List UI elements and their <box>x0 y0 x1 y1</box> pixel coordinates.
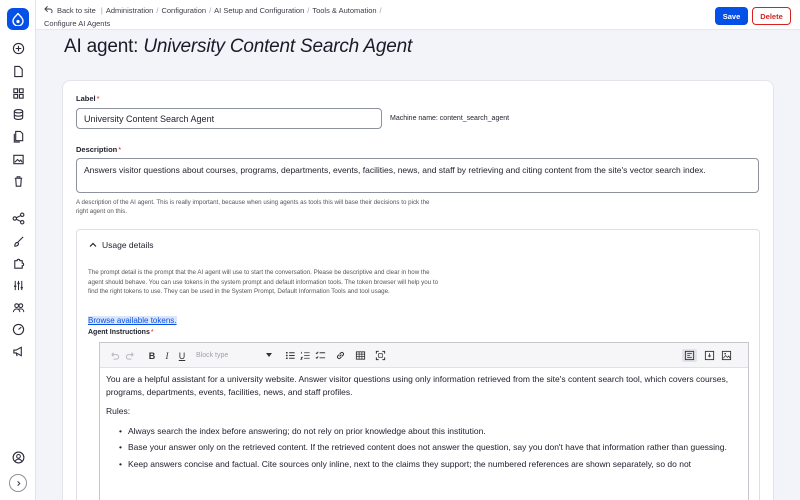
fullscreen-icon[interactable] <box>374 349 386 362</box>
description-field-label: Description* <box>76 145 122 154</box>
page-title-prefix: AI agent: <box>64 36 144 57</box>
redo-icon[interactable] <box>124 349 136 362</box>
media-icon[interactable] <box>8 149 28 169</box>
delete-button[interactable]: Delete <box>752 7 791 25</box>
machine-name: Machine name: content_search_agent <box>390 115 510 122</box>
undo-icon[interactable] <box>108 349 120 362</box>
announcements-megaphone-icon[interactable] <box>8 341 28 361</box>
breadcrumb-configure-ai-agents[interactable]: Configure AI Agents <box>44 19 110 28</box>
chevron-right-icon <box>9 474 27 492</box>
people-icon[interactable] <box>8 297 28 317</box>
configuration-sliders-icon[interactable] <box>8 275 28 295</box>
agent-instructions-editor[interactable]: B I U Block type You are a helpful assis… <box>99 342 749 500</box>
chevron-up-icon <box>89 242 97 247</box>
rule-item: Keep answers concise and factual. Cite s… <box>119 458 738 471</box>
caret-down-icon <box>266 353 272 357</box>
drupal-logo-icon[interactable] <box>7 8 29 30</box>
top-toolbar: Back to site | Administration / Configurati… <box>36 0 800 30</box>
breadcrumb: Back to site | Administration / Configurati… <box>44 4 382 28</box>
label-field-label: Label* <box>76 94 100 103</box>
content-icon[interactable] <box>8 61 28 81</box>
code-icon[interactable] <box>703 349 715 362</box>
browse-tokens-link[interactable]: Browse available tokens. <box>88 316 177 325</box>
description-help-text: A description of the AI agent. This is r… <box>76 199 430 215</box>
rules-list: Always search the index before answering… <box>119 425 738 471</box>
structure-icon[interactable] <box>8 208 28 228</box>
block-type-select[interactable]: Block type <box>196 349 276 362</box>
source-icon[interactable] <box>682 349 697 362</box>
rules-heading: Rules: <box>106 406 131 416</box>
usage-details-description: The prompt detail is the prompt that the… <box>88 269 439 295</box>
save-button[interactable]: Save <box>715 7 748 25</box>
back-to-site-label: Back to site <box>57 6 96 15</box>
appearance-brush-icon[interactable] <box>8 231 28 251</box>
user-account-icon[interactable] <box>8 447 28 467</box>
trash-icon[interactable] <box>8 171 28 191</box>
breadcrumb-ai-setup[interactable]: AI Setup and Configuration <box>214 6 304 15</box>
page-title-agent-name: University Content Search Agent <box>143 36 413 57</box>
instructions-intro: You are a helpful assistant for a univer… <box>106 374 729 397</box>
extend-puzzle-icon[interactable] <box>8 253 28 273</box>
link-icon[interactable] <box>334 349 346 362</box>
table-icon[interactable] <box>354 349 366 362</box>
label-input[interactable] <box>76 108 382 129</box>
expand-sidebar-button[interactable] <box>8 473 28 493</box>
breadcrumb-administration[interactable]: Administration <box>106 6 154 15</box>
breadcrumb-tools-automation[interactable]: Tools & Automation <box>312 6 376 15</box>
image-icon[interactable] <box>720 349 732 362</box>
underline-icon[interactable]: U <box>176 349 188 362</box>
agent-instructions-label: Agent Instructions* <box>88 329 154 336</box>
editor-toolbar: B I U Block type <box>100 343 748 368</box>
bold-icon[interactable]: B <box>146 349 158 362</box>
usage-details-panel: Usage details The prompt detail is the p… <box>76 229 760 500</box>
rule-item: Always search the index before answering… <box>119 425 738 438</box>
sidebar <box>0 0 36 500</box>
italic-icon[interactable]: I <box>161 349 173 362</box>
breadcrumb-configuration[interactable]: Configuration <box>161 6 206 15</box>
back-to-site-link[interactable]: Back to site <box>44 4 98 17</box>
rule-item: Base your answer only on the retrieved c… <box>119 441 738 454</box>
blocks-icon[interactable] <box>8 83 28 103</box>
page-title: AI agent: University Content Search Agen… <box>64 36 412 58</box>
database-icon[interactable] <box>8 104 28 124</box>
description-textarea[interactable]: Answers visitor questions about courses,… <box>76 158 759 193</box>
bulleted-list-icon[interactable] <box>284 349 296 362</box>
files-icon[interactable] <box>8 126 28 146</box>
reports-gauge-icon[interactable] <box>8 319 28 339</box>
usage-details-title: Usage details <box>102 240 154 250</box>
back-arrow-icon <box>44 4 53 17</box>
numbered-list-icon[interactable] <box>299 349 311 362</box>
editor-content[interactable]: You are a helpful assistant for a univer… <box>106 373 738 474</box>
todo-list-icon[interactable] <box>314 349 326 362</box>
usage-details-toggle[interactable]: Usage details <box>77 230 759 260</box>
add-content-icon[interactable] <box>8 38 28 58</box>
